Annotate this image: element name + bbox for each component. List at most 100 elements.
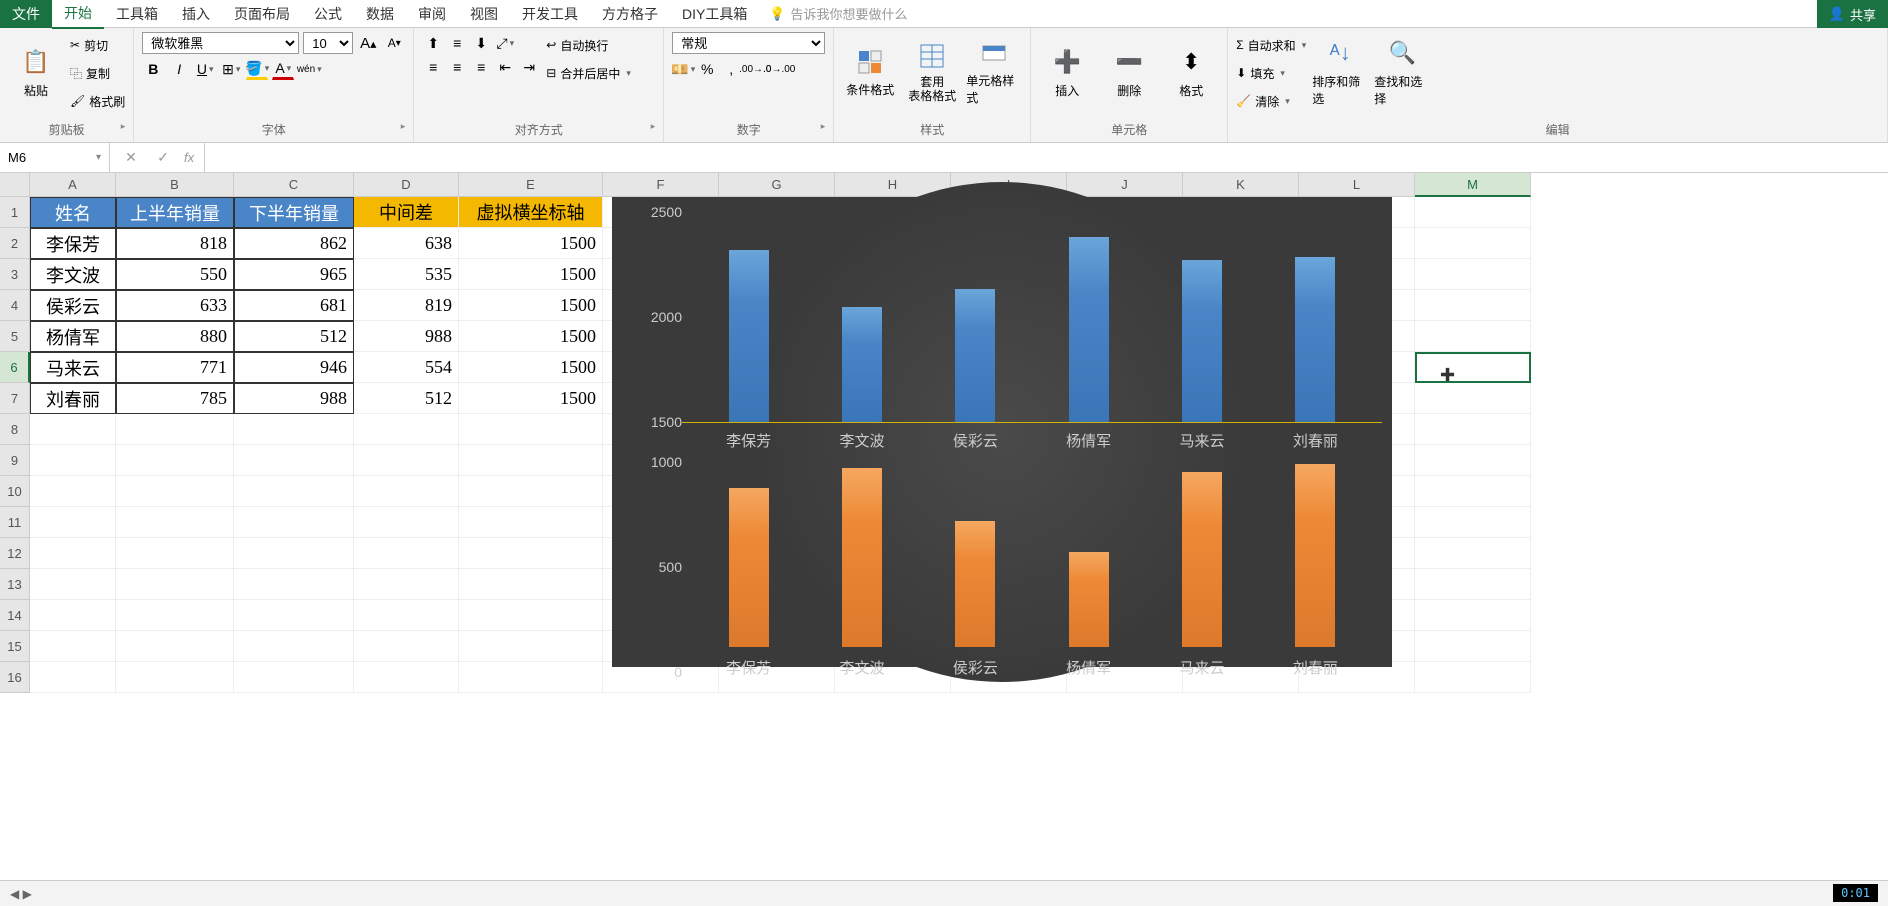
cell-A12[interactable] — [30, 538, 116, 569]
orientation-icon[interactable]: ⤢ — [494, 32, 516, 54]
border-icon[interactable]: ⊞ — [220, 58, 242, 80]
cell-E13[interactable] — [459, 569, 603, 600]
sheet-nav-icon[interactable]: ◀ ▶ — [10, 887, 32, 901]
cell-C16[interactable] — [234, 662, 354, 693]
cell-M1[interactable] — [1415, 197, 1531, 228]
cell-B13[interactable] — [116, 569, 234, 600]
row-header-15[interactable]: 15 — [0, 631, 30, 662]
cell-A1[interactable]: 姓名 — [30, 197, 116, 228]
cell-B1[interactable]: 上半年销量 — [116, 197, 234, 228]
chart-top-bar[interactable] — [955, 289, 995, 422]
cancel-formula-icon[interactable]: ✕ — [120, 147, 142, 169]
cell-C4[interactable]: 681 — [234, 290, 354, 321]
cell-D3[interactable]: 535 — [354, 259, 459, 290]
cell-A2[interactable]: 李保芳 — [30, 228, 116, 259]
cell-M13[interactable] — [1415, 569, 1531, 600]
cell-E16[interactable] — [459, 662, 603, 693]
cell-M2[interactable] — [1415, 228, 1531, 259]
cell-B5[interactable]: 880 — [116, 321, 234, 352]
cell-M8[interactable] — [1415, 414, 1531, 445]
cell-A10[interactable] — [30, 476, 116, 507]
row-header-6[interactable]: 6 — [0, 352, 30, 383]
cell-M10[interactable] — [1415, 476, 1531, 507]
tab-data[interactable]: 数据 — [354, 0, 406, 28]
cell-E4[interactable]: 1500 — [459, 290, 603, 321]
autosum-button[interactable]: Σ自动求和 — [1236, 32, 1306, 58]
cell-D11[interactable] — [354, 507, 459, 538]
font-name-select[interactable]: 微软雅黑 — [142, 32, 299, 54]
wrap-text-button[interactable]: ↩自动换行 — [546, 32, 631, 58]
cell-C5[interactable]: 512 — [234, 321, 354, 352]
cell-E3[interactable]: 1500 — [459, 259, 603, 290]
cell-E15[interactable] — [459, 631, 603, 662]
tab-formulas[interactable]: 公式 — [302, 0, 354, 28]
cell-A16[interactable] — [30, 662, 116, 693]
cell-D16[interactable] — [354, 662, 459, 693]
cell-D2[interactable]: 638 — [354, 228, 459, 259]
decrease-font-icon[interactable]: A▾ — [383, 32, 405, 54]
cell-M7[interactable] — [1415, 383, 1531, 414]
col-header-L[interactable]: L — [1299, 173, 1415, 197]
cell-B7[interactable]: 785 — [116, 383, 234, 414]
underline-icon[interactable]: U — [194, 58, 216, 80]
row-header-1[interactable]: 1 — [0, 197, 30, 228]
tab-home[interactable]: 开始 — [52, 0, 104, 29]
cell-E14[interactable] — [459, 600, 603, 631]
cell-C9[interactable] — [234, 445, 354, 476]
row-header-8[interactable]: 8 — [0, 414, 30, 445]
cell-A11[interactable] — [30, 507, 116, 538]
cut-button[interactable]: ✂剪切 — [70, 32, 125, 58]
cell-B4[interactable]: 633 — [116, 290, 234, 321]
cell-A6[interactable]: 马来云 — [30, 352, 116, 383]
cell-C11[interactable] — [234, 507, 354, 538]
tell-me-search[interactable]: 💡 告诉我你想要做什么 — [769, 4, 907, 23]
cell-D14[interactable] — [354, 600, 459, 631]
col-header-D[interactable]: D — [354, 173, 459, 197]
cell-C10[interactable] — [234, 476, 354, 507]
cell-A15[interactable] — [30, 631, 116, 662]
chart-top-bar[interactable] — [729, 250, 769, 422]
chart-top-bar[interactable] — [1069, 237, 1109, 422]
cell-A7[interactable]: 刘春丽 — [30, 383, 116, 414]
currency-icon[interactable]: 💴 — [672, 58, 694, 80]
find-select-button[interactable]: 🔍查找和选择 — [1374, 32, 1430, 112]
col-header-M[interactable]: M — [1415, 173, 1531, 197]
tab-insert[interactable]: 插入 — [170, 0, 222, 28]
tab-dev[interactable]: 开发工具 — [510, 0, 590, 28]
cell-M9[interactable] — [1415, 445, 1531, 476]
cell-M5[interactable] — [1415, 321, 1531, 352]
cell-B3[interactable]: 550 — [116, 259, 234, 290]
cell-D5[interactable]: 988 — [354, 321, 459, 352]
cell-E5[interactable]: 1500 — [459, 321, 603, 352]
number-format-select[interactable]: 常规 — [672, 32, 825, 54]
cell-C2[interactable]: 862 — [234, 228, 354, 259]
tab-review[interactable]: 审阅 — [406, 0, 458, 28]
increase-font-icon[interactable]: A▴ — [357, 32, 379, 54]
cell-B15[interactable] — [116, 631, 234, 662]
cell-A14[interactable] — [30, 600, 116, 631]
cell-C6[interactable]: 946 — [234, 352, 354, 383]
row-header-9[interactable]: 9 — [0, 445, 30, 476]
row-header-4[interactable]: 4 — [0, 290, 30, 321]
phonetic-icon[interactable]: wén — [298, 58, 320, 80]
cell-M15[interactable] — [1415, 631, 1531, 662]
cell-B9[interactable] — [116, 445, 234, 476]
cell-B6[interactable]: 771 — [116, 352, 234, 383]
font-size-select[interactable]: 10 — [303, 32, 353, 54]
row-header-5[interactable]: 5 — [0, 321, 30, 352]
cell-C13[interactable] — [234, 569, 354, 600]
cell-B11[interactable] — [116, 507, 234, 538]
cell-E11[interactable] — [459, 507, 603, 538]
chart-bot-bar[interactable] — [729, 488, 769, 647]
cell-A5[interactable]: 杨倩军 — [30, 321, 116, 352]
chart-bot-bar[interactable] — [842, 468, 882, 646]
cell-E2[interactable]: 1500 — [459, 228, 603, 259]
conditional-format-button[interactable]: 条件格式 — [842, 32, 898, 112]
cell-C8[interactable] — [234, 414, 354, 445]
sheet-tab-bar[interactable]: ◀ ▶ — [0, 880, 1888, 906]
cell-B12[interactable] — [116, 538, 234, 569]
tab-diy[interactable]: DIY工具箱 — [670, 0, 759, 28]
align-right-icon[interactable]: ≡ — [470, 56, 492, 78]
cell-C7[interactable]: 988 — [234, 383, 354, 414]
col-header-E[interactable]: E — [459, 173, 603, 197]
